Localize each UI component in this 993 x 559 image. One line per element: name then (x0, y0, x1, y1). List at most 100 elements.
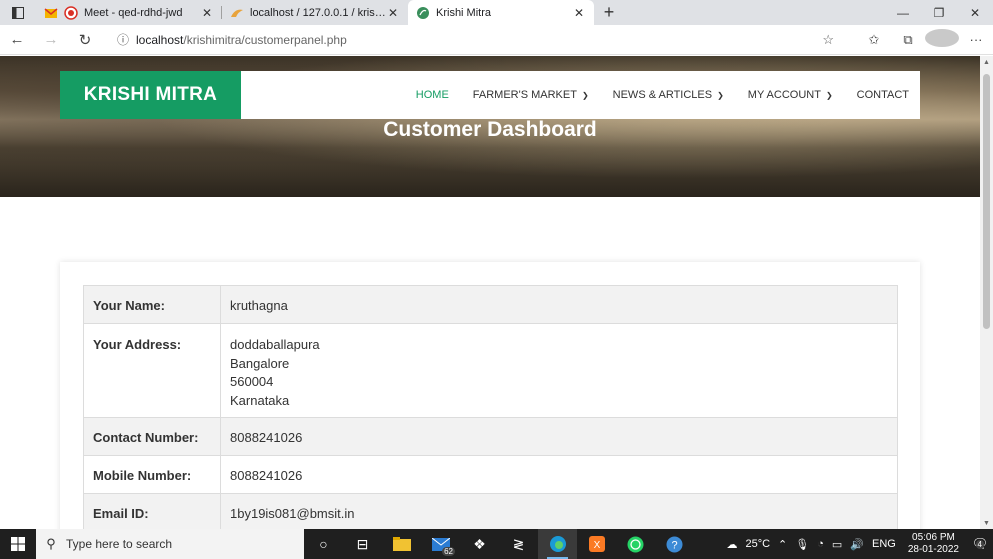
close-tab-icon[interactable]: ✕ (572, 6, 586, 20)
favorites-icon[interactable]: ✩ (857, 32, 891, 48)
menu-farmers-market[interactable]: FARMER'S MARKET ❯ (473, 89, 589, 101)
clock-time: 05:06 PM (912, 532, 955, 543)
menu-news-articles[interactable]: NEWS & ARTICLES ❯ (613, 89, 724, 101)
close-window-icon[interactable]: ✕ (957, 0, 993, 25)
profile-avatar[interactable] (925, 29, 959, 50)
table-row: Mobile Number: 8088241026 (83, 455, 898, 494)
menu-home[interactable]: HOME (416, 89, 449, 101)
microphone-icon[interactable]: 🎙 (795, 538, 809, 551)
scrollbar-thumb[interactable] (983, 74, 990, 329)
scroll-down-icon[interactable]: ▼ (980, 520, 993, 527)
minimize-icon[interactable]: — (885, 0, 921, 25)
mail-icon[interactable]: 62 (421, 529, 460, 559)
taskbar-search-input[interactable]: ⚲ Type here to search (36, 529, 304, 559)
xampp-icon[interactable]: X (577, 529, 616, 559)
address-bar[interactable]: ⓘ localhost/krishimitra/customerpanel.ph… (110, 27, 840, 52)
mail-badge: 62 (442, 547, 455, 556)
browser-toolbar: ← → ↻ ⓘ localhost/krishimitra/customerpa… (0, 25, 993, 55)
tab-krishi-mitra[interactable]: Krishi Mitra ✕ (408, 0, 594, 25)
table-row: Your Name: kruthagna (83, 285, 898, 324)
address-line: 560004 (230, 374, 274, 389)
search-placeholder: Type here to search (66, 537, 173, 551)
tab-meet[interactable]: Meet - qed-rdhd-jwd ✕ (36, 0, 222, 25)
cortana-icon[interactable]: ○ (304, 529, 343, 559)
weather-temp[interactable]: 25°C (745, 538, 770, 550)
address-line: Bangalore (230, 355, 290, 371)
address-line: Karnataka (230, 392, 290, 408)
menu-my-account[interactable]: MY ACCOUNT ❯ (748, 89, 833, 101)
contact-value: 8088241026 (220, 417, 898, 456)
table-row: Contact Number: 8088241026 (83, 417, 898, 456)
mobile-value: 8088241026 (220, 455, 898, 494)
page-viewport: Customer Dashboard KRISHI MITRA HOME FAR… (0, 56, 980, 529)
tab-title: Krishi Mitra (436, 6, 492, 19)
edge-icon[interactable] (538, 529, 577, 559)
tab-phpmyadmin[interactable]: localhost / 127.0.0.1 / krishimitra ✕ (222, 0, 408, 25)
svg-text:X: X (593, 540, 600, 551)
clock-date: 28-01-2022 (907, 544, 959, 555)
gmail-icon (44, 7, 58, 18)
chevron-down-icon: ❯ (717, 91, 724, 100)
system-tray: ☁ 25°C ⌃ 🎙 ◔ ▭ 🔊 ENG 05:06 PM 28-01-2022… (722, 532, 993, 556)
close-tab-icon[interactable]: ✕ (200, 6, 214, 20)
mobile-label: Mobile Number: (83, 455, 221, 494)
tab-title: localhost / 127.0.0.1 / krishimitra (250, 6, 386, 19)
tab-title: Meet - qed-rdhd-jwd (84, 6, 183, 19)
browser-tabstrip: Meet - qed-rdhd-jwd ✕ localhost / 127.0.… (0, 0, 993, 25)
page-title: Customer Dashboard (383, 118, 597, 141)
refresh-icon[interactable]: ↻ (68, 25, 102, 55)
site-info-icon[interactable]: ⓘ (110, 31, 136, 48)
file-explorer-icon[interactable] (382, 529, 421, 559)
phpmyadmin-icon (231, 9, 243, 17)
name-label: Your Name: (83, 285, 221, 324)
show-hidden-icons-icon[interactable]: ⌃ (778, 538, 787, 551)
chevron-down-icon: ❯ (825, 91, 833, 100)
url-text: localhost/krishimitra/customerpanel.php (136, 32, 347, 47)
main-menu: HOME FARMER'S MARKET ❯ NEWS & ARTICLES ❯ M… (241, 71, 920, 119)
more-options-icon[interactable]: ··· (959, 32, 993, 47)
profile-card: Your Name: kruthagna Your Address: dodda… (60, 262, 920, 529)
recording-icon (64, 5, 78, 20)
new-tab-button[interactable]: + (594, 0, 624, 25)
help-icon[interactable]: ? (655, 529, 694, 559)
wifi-icon[interactable]: ◔ (817, 538, 824, 550)
email-label: Email ID: (83, 493, 221, 529)
windows-start-icon[interactable] (0, 529, 36, 559)
contact-label: Contact Number: (83, 417, 221, 456)
back-icon[interactable]: ← (0, 25, 34, 55)
windows-taskbar: ⚲ Type here to search ○ ⊟ 62 ❖ ≷ X ? ☁ 2… (0, 529, 993, 559)
profile-table: Your Name: kruthagna Your Address: dodda… (83, 285, 898, 529)
notification-center-icon[interactable]: 🗨4 (967, 536, 993, 552)
site-logo[interactable]: KRISHI MITRA (60, 71, 241, 119)
table-row: Your Address: doddaballapura Bangalore 5… (83, 323, 898, 418)
language-indicator[interactable]: ENG (872, 538, 896, 550)
forward-icon[interactable]: → (34, 25, 68, 55)
dropbox-icon[interactable]: ❖ (460, 529, 499, 559)
notification-badge: 4 (975, 540, 984, 549)
clock[interactable]: 05:06 PM 28-01-2022 (908, 532, 959, 556)
menu-contact[interactable]: CONTACT (857, 89, 909, 101)
name-value: kruthagna (220, 285, 898, 324)
close-tab-icon[interactable]: ✕ (386, 6, 400, 20)
page-scrollbar[interactable]: ▲ ▼ (980, 56, 993, 529)
tab-actions-icon[interactable] (0, 0, 36, 25)
address-line: doddaballapura (230, 337, 320, 352)
email-value: 1by19is081@bmsit.in (220, 493, 898, 529)
maximize-icon[interactable]: ❐ (921, 0, 957, 25)
battery-icon[interactable]: ▭ (832, 538, 842, 551)
task-view-icon[interactable]: ⊟ (343, 529, 382, 559)
chevron-down-icon: ❯ (581, 91, 589, 100)
add-favorite-icon[interactable]: ☆ (822, 32, 834, 48)
weather-icon[interactable]: ☁ (726, 538, 737, 551)
scroll-up-icon[interactable]: ▲ (980, 59, 993, 66)
collections-icon[interactable]: ⧉ (891, 32, 925, 48)
site-favicon-icon (417, 6, 429, 19)
site-header: KRISHI MITRA HOME FARMER'S MARKET ❯ NEWS … (60, 71, 920, 119)
visual-studio-code-icon[interactable]: ≷ (499, 529, 538, 559)
address-label: Your Address: (83, 323, 221, 418)
whatsapp-icon[interactable] (616, 529, 655, 559)
svg-text:?: ? (671, 539, 677, 551)
table-row: Email ID: 1by19is081@bmsit.in (83, 493, 898, 529)
address-value: doddaballapura Bangalore 560004 Karnatak… (220, 323, 898, 418)
volume-icon[interactable]: 🔊 (850, 538, 864, 551)
